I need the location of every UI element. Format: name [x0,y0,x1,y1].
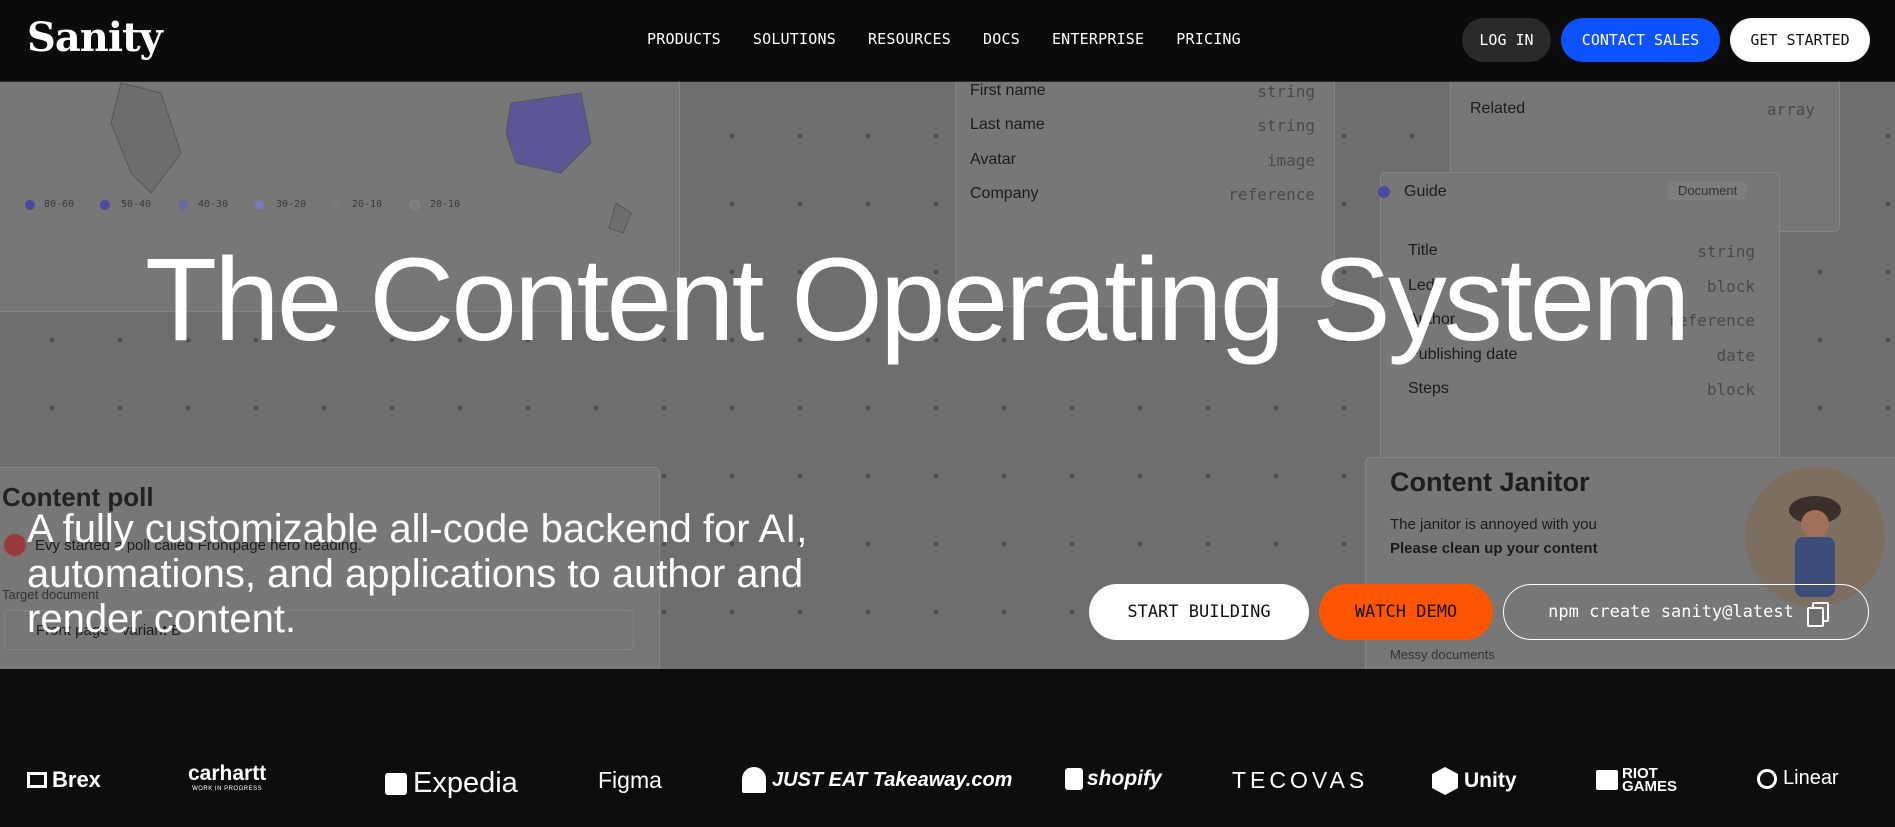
linear-icon [1757,768,1777,789]
npm-command-text: npm create sanity@latest [1548,602,1794,622]
guide-dot [1378,186,1390,198]
legend-label: 50-40 [121,199,152,210]
menu-resources[interactable]: RESOURCES [868,30,951,48]
shopping-bag-icon [1065,768,1083,790]
schema-field-type: string [1257,82,1315,101]
contact-sales-button[interactable]: CONTACT SALES [1561,18,1720,62]
carhartt-logo: carhartt WORK IN PROGRESS [188,762,267,792]
schema-field-name: First name [970,82,1046,99]
related-field-type: array [1766,100,1815,119]
schema-field-type: reference [1228,185,1315,204]
figma-logo: Figma [598,767,662,793]
expedia-icon [385,772,407,795]
shopify-logo: shopify [1065,767,1162,791]
house-icon [742,767,766,793]
legend-dot [100,200,110,210]
just-eat-logo: JUST EAT Takeaway.com [742,767,1012,793]
log-in-button[interactable]: LOG IN [1462,18,1551,62]
janitor-line2: Please clean up your content [1390,540,1598,557]
schema-field-name: Last name [970,116,1045,133]
unity-logo: Unity [1432,767,1517,795]
brex-logo: Brex [27,767,101,793]
start-building-button[interactable]: START BUILDING [1089,584,1309,640]
riot-games-logo: RIOT GAMES [1596,766,1692,794]
document-badge: Document [1668,181,1748,200]
menu-docs[interactable]: DOCS [983,30,1020,48]
legend-dot [25,200,35,210]
tecovas-logo: TECOVAS [1232,767,1369,793]
hero-section: 80-60 50-40 40-30 30-20 20-10 20-10 Firs… [0,82,1895,669]
riot-fist-icon [1596,770,1618,790]
legend-dot [410,200,420,210]
related-field-name: Related [1470,100,1526,117]
npm-command-copy[interactable]: npm create sanity@latest [1503,584,1869,640]
linear-logo: Linear [1757,767,1839,790]
menu-enterprise[interactable]: ENTERPRISE [1052,30,1144,48]
get-started-button[interactable]: GET STARTED [1730,18,1870,62]
schema-field-type: image [1266,151,1315,170]
poll-avatar [4,534,26,556]
hero-title: The Content Operating System [145,234,1691,366]
menu-pricing[interactable]: PRICING [1176,30,1241,48]
watch-demo-button[interactable]: WATCH DEMO [1319,584,1493,640]
janitor-footer: Messy documents [1390,647,1495,662]
menu-products[interactable]: PRODUCTS [647,30,721,48]
copy-icon[interactable] [1806,600,1829,627]
schema-field-name: Company [970,185,1039,202]
legend-dot [332,200,342,210]
schema-field-name: Avatar [970,151,1016,168]
guide-field-type: block [1706,380,1755,399]
legend-label: 20-10 [430,199,461,210]
hero-subtitle: A fully customizable all-code backend fo… [27,507,808,641]
legend-label: 20-10 [352,199,383,210]
schema-field-type: string [1257,116,1315,135]
expedia-logo: Expedia [385,767,518,800]
guide-title: Guide [1404,183,1447,200]
janitor-line1: The janitor is annoyed with you [1390,516,1597,533]
sanity-logo[interactable]: Sanity [27,14,163,61]
main-menu: PRODUCTS SOLUTIONS RESOURCES DOCS ENTERP… [647,30,1273,48]
menu-solutions[interactable]: SOLUTIONS [753,30,836,48]
top-nav: Sanity PRODUCTS SOLUTIONS RESOURCES DOCS… [0,0,1895,82]
legend-label: 30-20 [276,199,307,210]
legend-dot [254,200,264,210]
legend-label: 40-30 [198,199,229,210]
customer-logos: Brex carhartt WORK IN PROGRESS Expedia F… [0,669,1895,827]
legend-dot [178,200,188,210]
legend-label: 80-60 [44,199,75,210]
janitor-title: Content Janitor [1390,467,1590,497]
unity-cube-icon [1432,767,1458,795]
guide-field-name: Steps [1408,380,1449,397]
brex-icon [27,772,47,788]
